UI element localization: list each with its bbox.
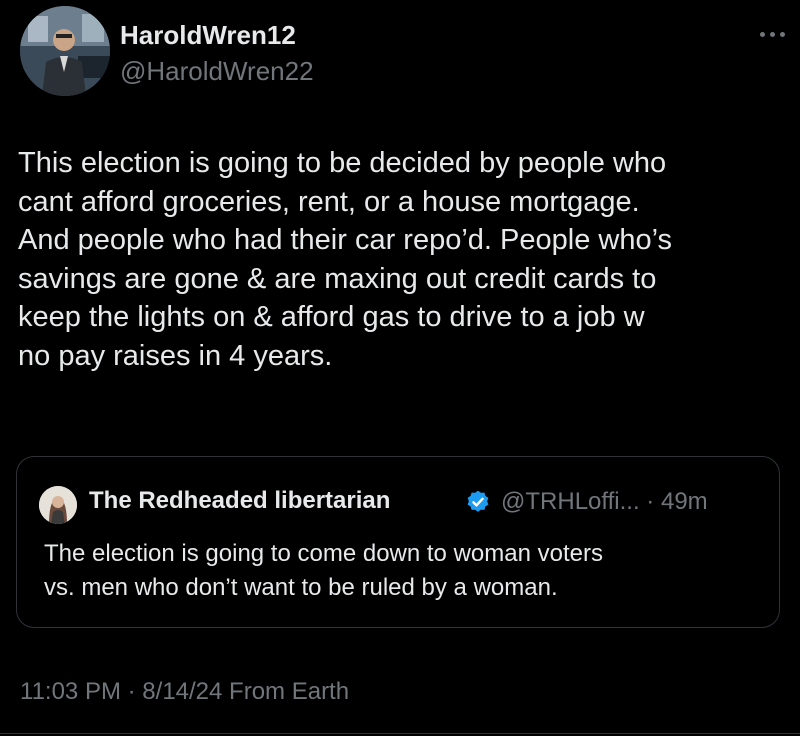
quoted-tweet-text-line: The election is going to come down to wo…	[44, 540, 603, 567]
dot	[779, 31, 785, 37]
tweet-meta: 11:03 PM · 8/14/24 From Earth	[20, 678, 349, 706]
quoted-author-handle-time[interactable]: @TRHLoffi... · 49m	[501, 488, 708, 516]
quoted-author-display-name[interactable]: The Redheaded libertarian	[89, 487, 390, 515]
separator: ·	[646, 488, 655, 515]
quoted-tweet-text-line: vs. men who don’t want to be ruled by a …	[44, 574, 558, 601]
profile-photo-icon	[39, 486, 77, 524]
tweet-text: This election is going to be decided by …	[18, 144, 788, 375]
tweet-text-line: This election is going to be decided by …	[18, 147, 667, 179]
dot	[769, 31, 775, 37]
author-avatar[interactable]	[20, 6, 110, 96]
quoted-author-avatar[interactable]	[39, 486, 77, 524]
tweet-date[interactable]: 8/14/24	[142, 678, 222, 705]
tweet-text-line: cant afford groceries, rent, or a house …	[18, 185, 640, 218]
dot	[759, 31, 765, 37]
separator: ·	[127, 678, 136, 705]
author-handle[interactable]: @HaroldWren22	[120, 56, 314, 87]
tweet-text-line: keep the lights on & afford gas to drive…	[18, 301, 645, 333]
verified-badge-icon	[467, 490, 489, 512]
quoted-tweet-text: The election is going to come down to wo…	[44, 537, 764, 605]
more-options-icon[interactable]	[754, 26, 790, 42]
quoted-time-ago[interactable]: 49m	[661, 488, 708, 515]
tweet-time[interactable]: 11:03 PM	[20, 678, 121, 705]
tweet-text-line: And people who had their car repo’d. Peo…	[18, 224, 673, 256]
quoted-tweet-card[interactable]: The Redheaded libertarian @TRHLoffi... ·…	[16, 456, 780, 628]
tweet-text-line: savings are gone & are maxing out credit…	[18, 262, 657, 295]
quoted-author-handle[interactable]: @TRHLoffi...	[501, 488, 640, 515]
tweet-text-line: no pay raises in 4 years.	[18, 339, 333, 372]
divider	[0, 733, 800, 734]
profile-photo-icon	[20, 6, 110, 96]
tweet-header: HaroldWren12 @HaroldWren22	[20, 6, 790, 102]
tweet-source: From Earth	[229, 678, 350, 705]
author-display-name[interactable]: HaroldWren12	[120, 20, 296, 51]
